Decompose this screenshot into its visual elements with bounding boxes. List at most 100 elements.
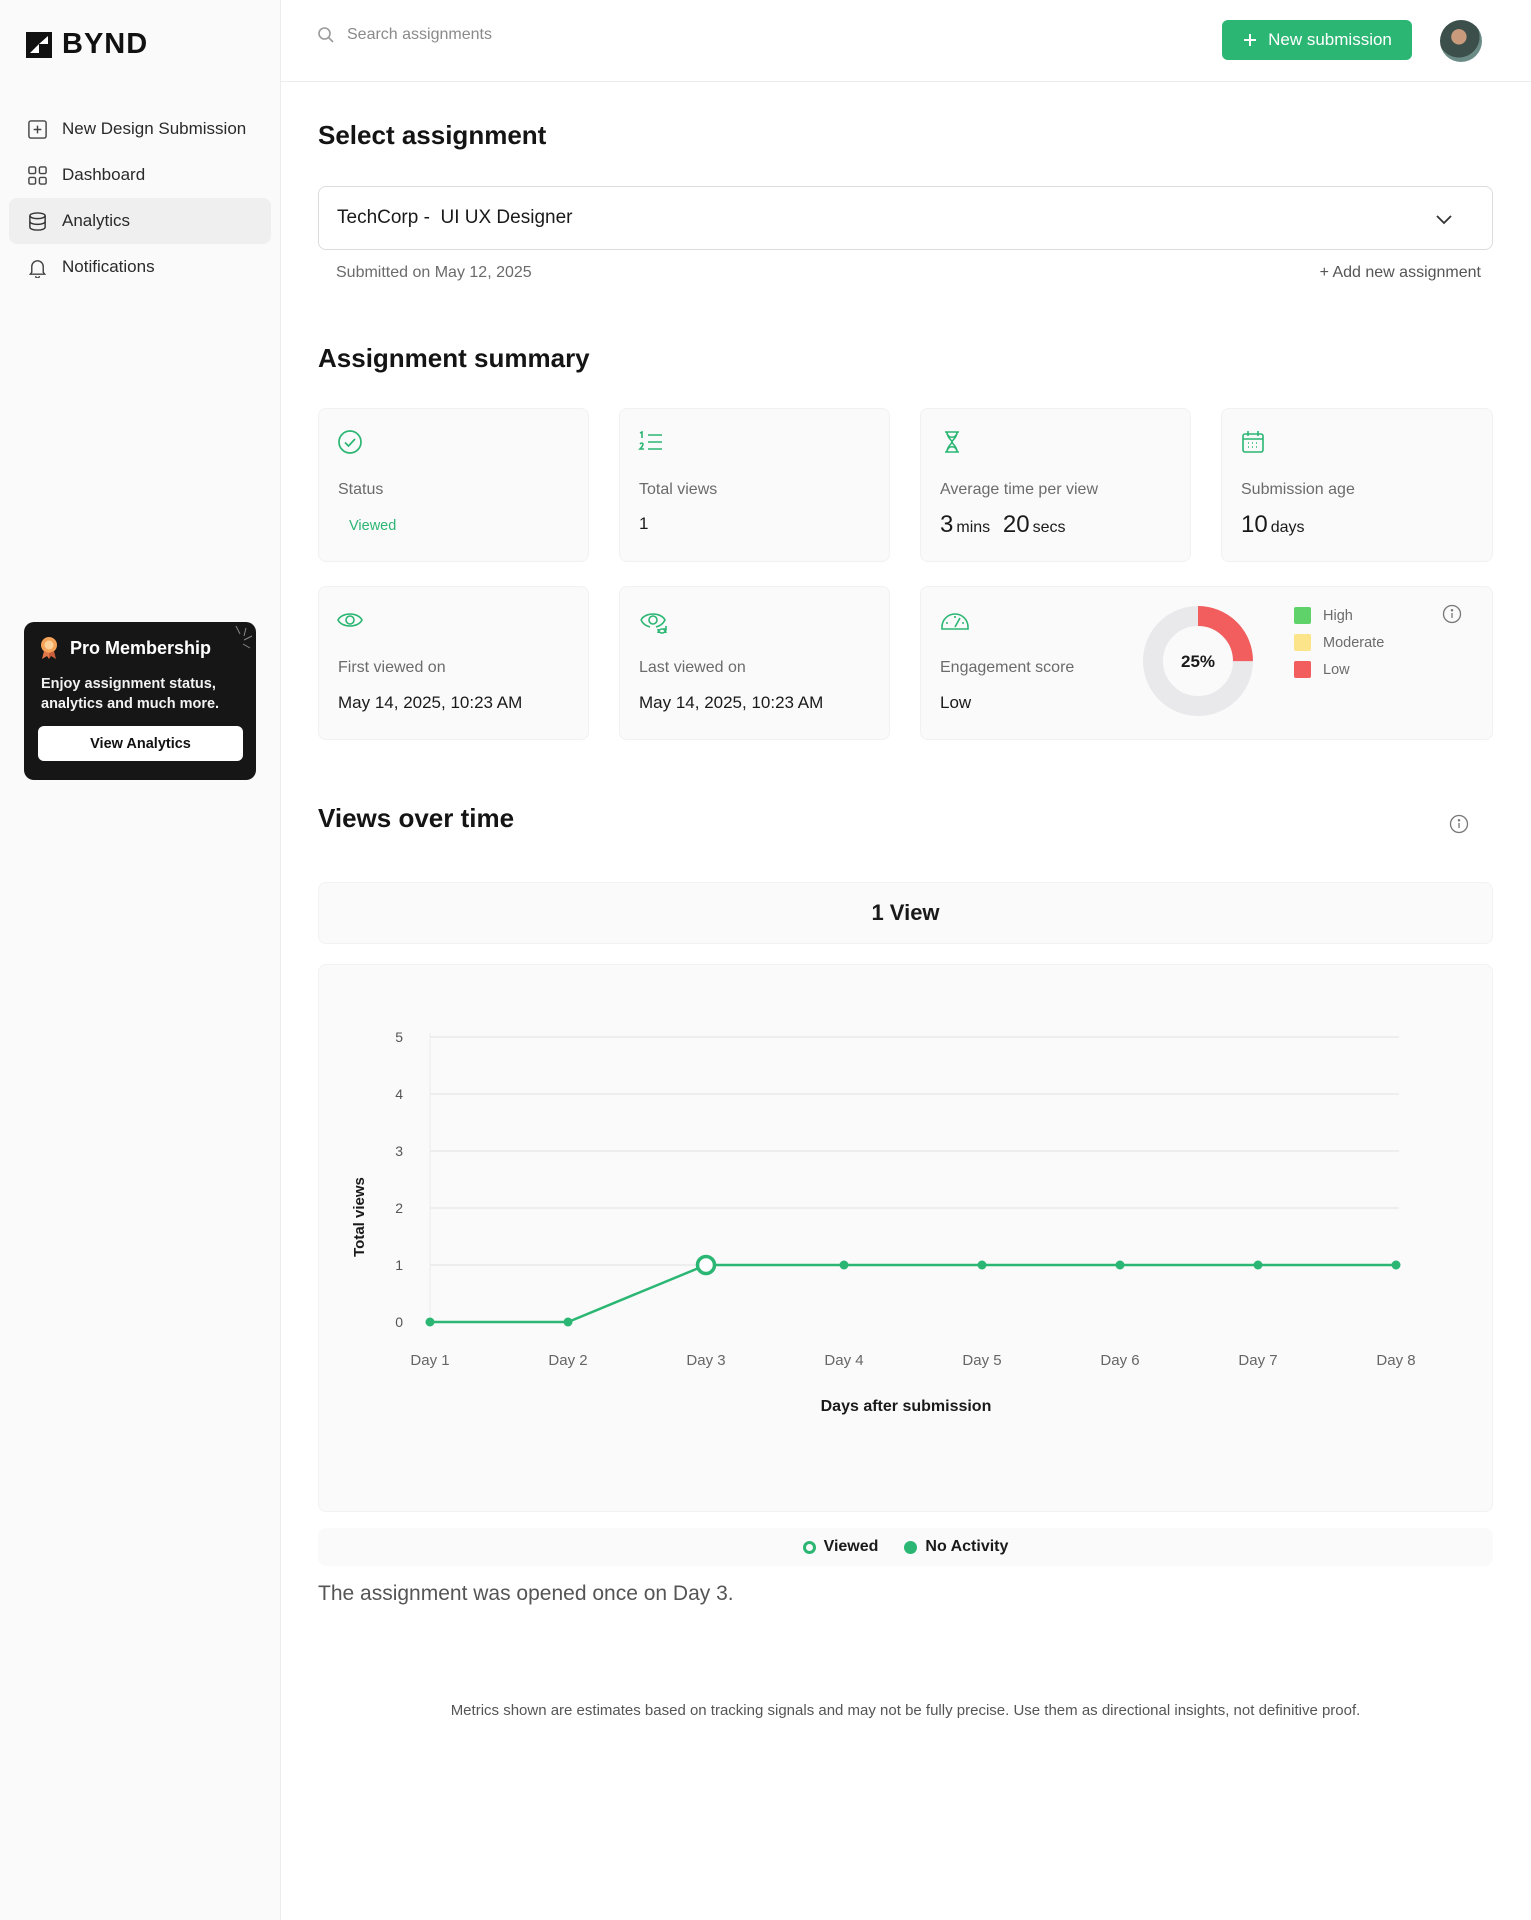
add-new-assignment-label: Add new assignment <box>1332 264 1481 281</box>
y-tick-label: 4 <box>395 1086 403 1102</box>
search-input[interactable] <box>347 26 667 44</box>
sidebar-item-notifications[interactable]: Notifications <box>9 244 271 290</box>
legend-moderate-label: Moderate <box>1323 634 1385 651</box>
assignment-summary-title: Assignment summary <box>318 343 590 373</box>
status-value: Viewed <box>349 518 397 534</box>
legend-high: High <box>1294 607 1353 624</box>
sidebar-item-dashboard[interactable]: Dashboard <box>9 152 271 198</box>
engagement-value: Low <box>940 693 972 712</box>
data-point <box>1391 1260 1401 1270</box>
viewed-marker-icon <box>802 1540 816 1554</box>
data-point <box>977 1260 987 1270</box>
views-line-chart: 0 1 2 3 4 5 Day 1 Day 2 Day 3 Day 4 Day 5 Day 6 Day … <box>351 1029 1416 1415</box>
data-point <box>563 1317 573 1327</box>
disclaimer-text: Metrics shown are estimates based on tra… <box>450 1702 1361 1719</box>
series-line <box>430 1263 1396 1324</box>
first-viewed-value: May 14, 2025, 10:23 AM <box>338 693 523 712</box>
sidebar-item-label: Notifications <box>62 257 155 276</box>
legend-viewed: Viewed <box>802 1538 878 1556</box>
avg-secs-unit: secs <box>1032 519 1066 536</box>
eye-refresh-icon <box>640 613 667 634</box>
x-tick-label: Day 6 <box>1100 1352 1139 1369</box>
average-time-value: 3 mins 20 secs <box>940 511 1073 539</box>
submission-age-value: 10 days <box>1241 511 1313 539</box>
viewed-point <box>695 1254 717 1276</box>
views-header: 1 View <box>318 882 1493 944</box>
submission-age-label: Submission age <box>1241 481 1355 498</box>
x-tick-label: Day 7 <box>1238 1352 1277 1369</box>
legend-no-activity: No Activity <box>904 1538 1008 1556</box>
submission-age-card: Submission age 10 days <box>1221 408 1493 562</box>
last-viewed-card: Last viewed on May 14, 2025, 10:23 AM <box>619 586 890 740</box>
x-tick-label: Day 1 <box>410 1352 449 1369</box>
new-submission-button[interactable]: New submission <box>1222 20 1412 60</box>
status-card: Status Viewed <box>318 408 589 562</box>
assignment-select-value: TechCorp - UI UX Designer <box>337 207 573 228</box>
avg-mins: 3 <box>940 511 954 538</box>
data-point <box>425 1317 435 1327</box>
views-summary-text: The assignment was opened once on Day 3. <box>318 1582 734 1605</box>
new-submission-label: New submission <box>1268 30 1392 49</box>
topbar: New submission <box>281 0 1531 82</box>
promo-title: Pro Membership <box>70 637 212 658</box>
last-viewed-value: May 14, 2025, 10:23 AM <box>639 693 824 712</box>
info-icon[interactable] <box>1442 604 1462 624</box>
low-swatch <box>1294 661 1311 678</box>
avatar[interactable] <box>1440 20 1482 62</box>
x-tick-label: Day 5 <box>962 1352 1001 1369</box>
y-tick-label: 3 <box>395 1143 403 1159</box>
sidebar: BYND New Design Submission Dashboard Ana… <box>0 0 281 1920</box>
x-tick-label: Day 4 <box>824 1352 863 1369</box>
y-tick-label: 1 <box>395 1257 403 1273</box>
moderate-swatch <box>1294 634 1311 651</box>
assignment-meta: Submitted on May 12, 2025 + Add new assi… <box>336 264 1481 282</box>
x-tick-label: Day 3 <box>686 1352 725 1369</box>
chevron-down-icon <box>1436 215 1452 225</box>
add-new-assignment-link[interactable]: + Add new assignment <box>1320 264 1481 282</box>
data-point <box>1115 1260 1125 1270</box>
sidebar-item-new-design-submission[interactable]: New Design Submission <box>9 106 271 152</box>
total-views-value: 1 <box>639 514 649 533</box>
info-icon[interactable] <box>1449 814 1469 834</box>
total-views-card: Total views 1 <box>619 408 890 562</box>
average-time-label: Average time per view <box>940 481 1098 498</box>
legend-low-label: Low <box>1323 661 1350 678</box>
logo[interactable]: BYND <box>26 28 148 61</box>
hourglass-icon <box>945 431 959 453</box>
no-activity-marker-icon <box>904 1540 918 1554</box>
views-chart-container: 0 1 2 3 4 5 Day 1 Day 2 Day 3 Day 4 Day 5 Day 6 Day … <box>318 964 1493 1512</box>
donut-percent: 25% <box>1181 652 1215 671</box>
numbered-list-icon <box>638 430 662 450</box>
bynd-logo-icon <box>26 31 52 58</box>
sidebar-item-label: New Design Submission <box>62 119 247 138</box>
eye-icon <box>337 613 363 627</box>
sidebar-item-label: Dashboard <box>62 165 146 184</box>
average-time-card: Average time per view 3 mins 20 secs <box>920 408 1191 562</box>
check-circle-icon <box>338 430 362 454</box>
first-viewed-label: First viewed on <box>338 659 446 676</box>
engagement-score-card: Engagement score Low 25% High Moderate L… <box>920 586 1493 740</box>
database-icon <box>29 211 46 231</box>
search <box>317 26 667 44</box>
view-analytics-button[interactable]: View Analytics <box>38 726 243 761</box>
plus-square-icon <box>28 119 47 139</box>
logo-text: BYND <box>62 28 149 60</box>
data-point <box>1253 1260 1263 1270</box>
data-point <box>839 1260 849 1270</box>
y-tick-label: 0 <box>395 1314 403 1330</box>
sidebar-nav: New Design Submission Dashboard Analytic… <box>9 106 271 290</box>
legend-high-label: High <box>1323 607 1353 624</box>
legend-no-activity-label: No Activity <box>925 1538 1009 1555</box>
pro-membership-card: Pro Membership Enjoy assignment status, … <box>24 622 256 780</box>
last-viewed-label: Last viewed on <box>639 659 746 676</box>
assignment-select[interactable]: TechCorp - UI UX Designer <box>318 186 1493 250</box>
sidebar-item-analytics[interactable]: Analytics <box>9 198 271 244</box>
search-icon <box>318 27 334 43</box>
avg-secs: 20 <box>1002 511 1030 538</box>
first-viewed-card: First viewed on May 14, 2025, 10:23 AM <box>318 586 589 740</box>
legend-moderate: Moderate <box>1294 634 1384 651</box>
avg-mins-unit: mins <box>956 519 991 536</box>
high-swatch <box>1294 607 1311 624</box>
engagement-donut: 25% <box>1143 606 1253 716</box>
select-assignment-title: Select assignment <box>318 120 547 150</box>
